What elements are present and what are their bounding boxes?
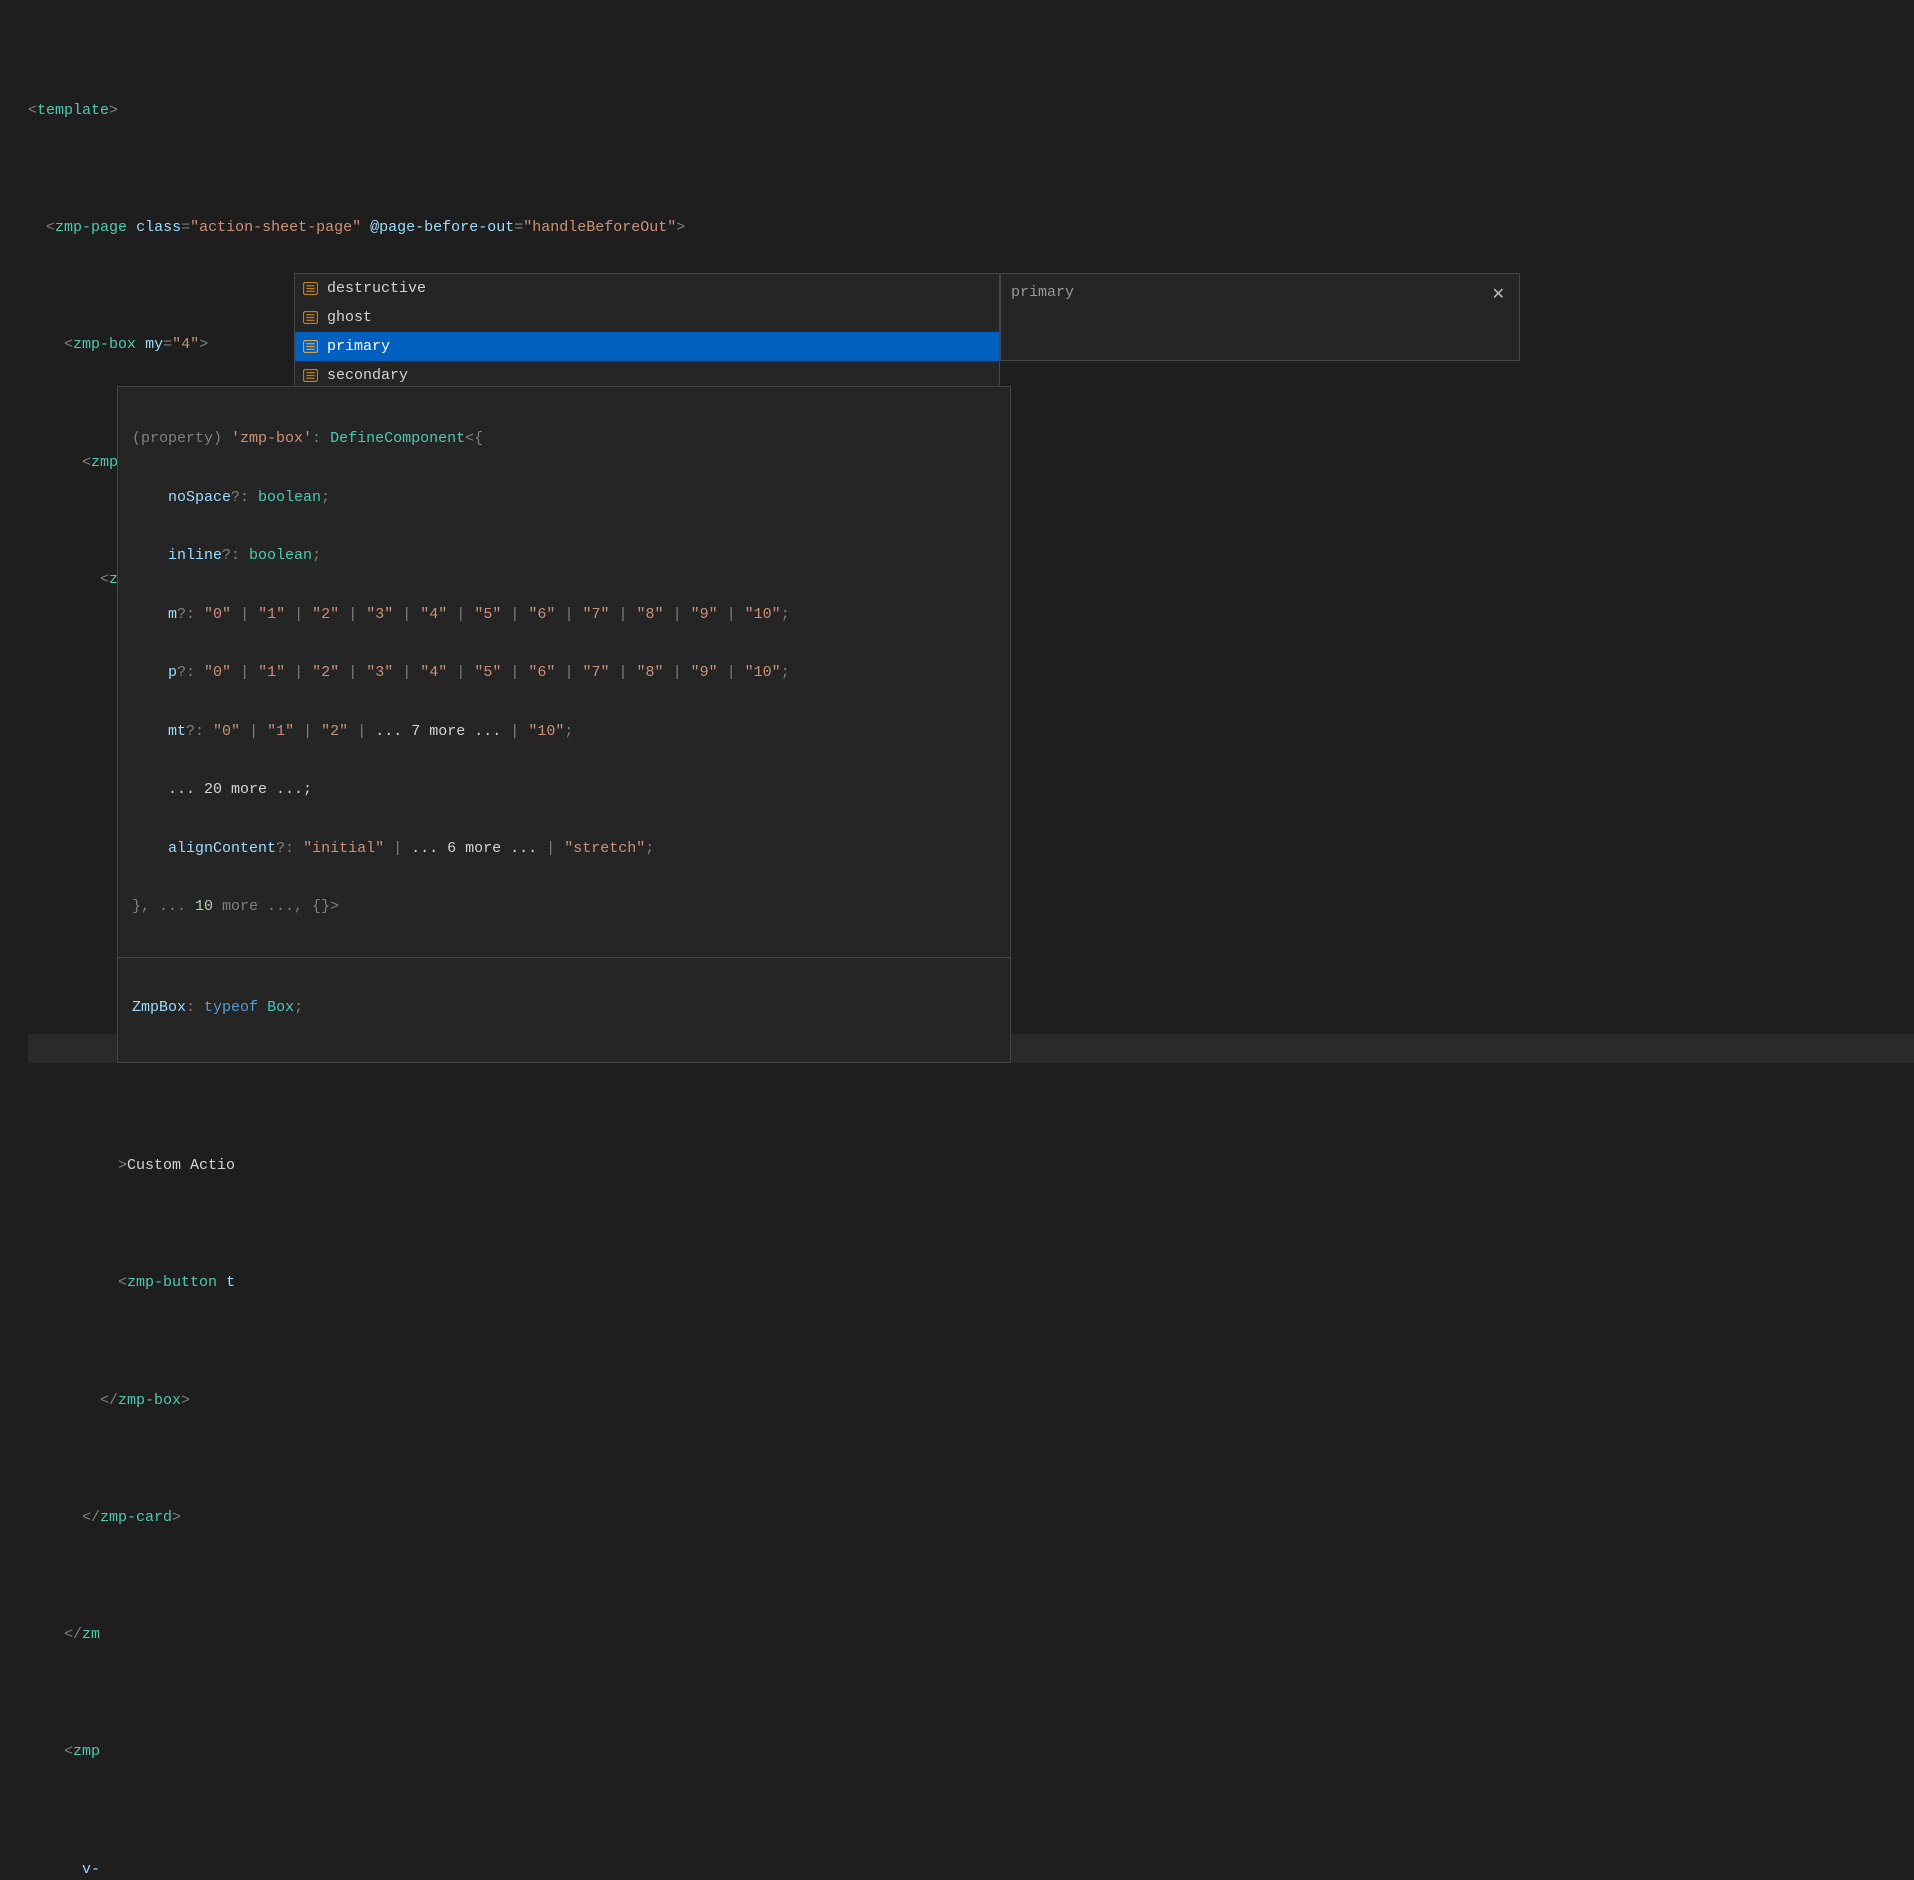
code-line[interactable]: <zmp-page class="action-sheet-page" @pag… (28, 213, 1914, 243)
tag-zmp-page: zmp-page (55, 219, 127, 236)
code-line[interactable]: <zmp-button t (28, 1268, 1914, 1298)
hover-line: }, ... 10 more ..., {}> (132, 892, 996, 921)
enum-member-icon (301, 340, 319, 354)
autocomplete-details-panel: primary ✕ (1000, 273, 1520, 361)
enum-member-icon (301, 282, 319, 296)
details-text: primary (1011, 278, 1074, 307)
hover-divider (118, 957, 1010, 958)
hover-line: m?: "0" | "1" | "2" | "3" | "4" | "5" | … (132, 600, 996, 629)
hover-line: mt?: "0" | "1" | "2" | ... 7 more ... | … (132, 717, 996, 746)
hover-line: p?: "0" | "1" | "2" | "3" | "4" | "5" | … (132, 658, 996, 687)
autocomplete-label: primary (327, 332, 390, 361)
autocomplete-item-destructive[interactable]: destructive (295, 274, 999, 303)
code-line[interactable]: </zmp-box> (28, 1386, 1914, 1416)
hover-line: (property) 'zmp-box': DefineComponent<{ (132, 424, 996, 453)
tag-zmp-box: zmp-box (73, 336, 136, 353)
autocomplete-item-ghost[interactable]: ghost (295, 303, 999, 332)
autocomplete-label: destructive (327, 274, 426, 303)
hover-tooltip: (property) 'zmp-box': DefineComponent<{ … (117, 386, 1011, 1063)
hover-line: noSpace?: boolean; (132, 483, 996, 512)
code-line[interactable]: </zm (28, 1620, 1914, 1650)
enum-member-icon (301, 369, 319, 383)
hover-line: inline?: boolean; (132, 541, 996, 570)
code-line[interactable]: <zmp (28, 1737, 1914, 1767)
hover-line: alignContent?: "initial" | ... 6 more ..… (132, 834, 996, 863)
close-icon[interactable]: ✕ (1488, 278, 1509, 313)
autocomplete-popup[interactable]: destructive ghost primary secondary (294, 273, 1000, 391)
autocomplete-item-primary[interactable]: primary (295, 332, 999, 361)
enum-member-icon (301, 311, 319, 325)
hover-footer: ZmpBox: typeof Box; (132, 993, 996, 1022)
hover-line: ... 20 more ...; (132, 775, 996, 804)
code-line[interactable]: v- (28, 1855, 1914, 1880)
code-line[interactable]: <template> (28, 96, 1914, 126)
code-line[interactable]: >Custom Actio (28, 1151, 1914, 1181)
code-line[interactable]: </zmp-card> (28, 1503, 1914, 1533)
tag-template: template (37, 102, 109, 119)
autocomplete-label: ghost (327, 303, 372, 332)
